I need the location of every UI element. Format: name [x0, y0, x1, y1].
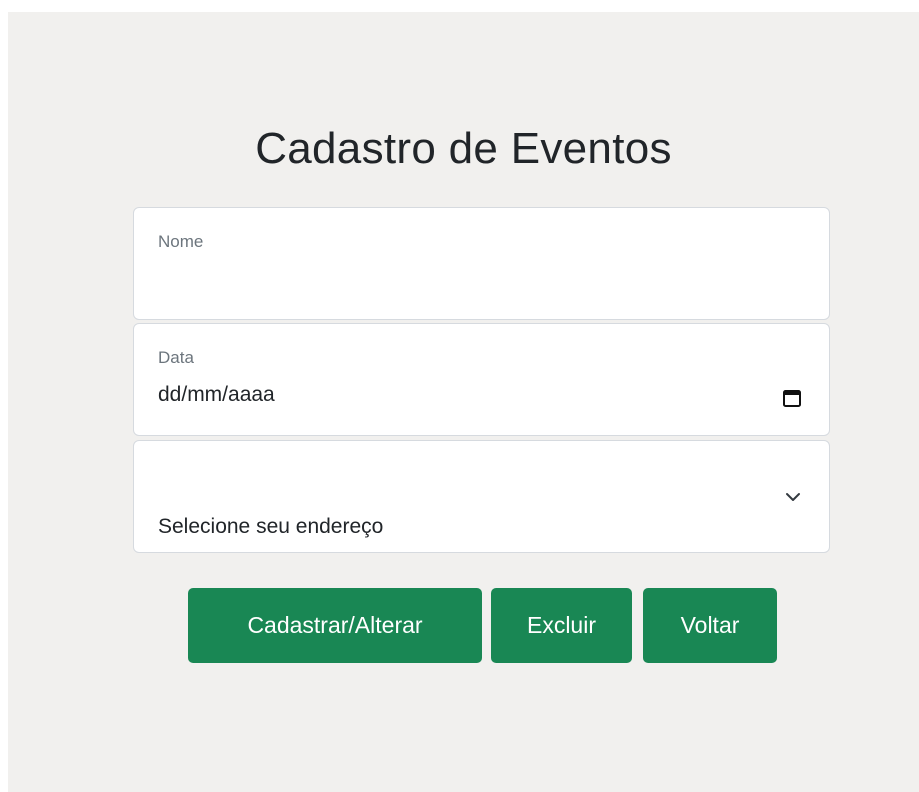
nome-label: Nome: [158, 232, 204, 251]
nome-input[interactable]: [158, 266, 798, 296]
cadastrar-alterar-button[interactable]: Cadastrar/Alterar: [188, 588, 482, 663]
page-title: Cadastro de Eventos: [255, 124, 672, 173]
calendar-icon[interactable]: [782, 388, 802, 408]
chevron-down-icon: [786, 493, 800, 501]
endereco-select[interactable]: Selecione seu endereço: [133, 440, 830, 553]
voltar-button[interactable]: Voltar: [643, 588, 777, 663]
date-input[interactable]: dd/mm/aaaa: [158, 383, 275, 407]
endereco-selected-value: Selecione seu endereço: [158, 515, 384, 538]
form-panel: Cadastro de Eventos Nome Data dd/mm/aaaa…: [8, 12, 919, 792]
data-field[interactable]: Data dd/mm/aaaa: [133, 323, 830, 436]
excluir-button[interactable]: Excluir: [491, 588, 632, 663]
nome-field[interactable]: Nome: [133, 207, 830, 320]
data-label: Data: [158, 348, 194, 367]
